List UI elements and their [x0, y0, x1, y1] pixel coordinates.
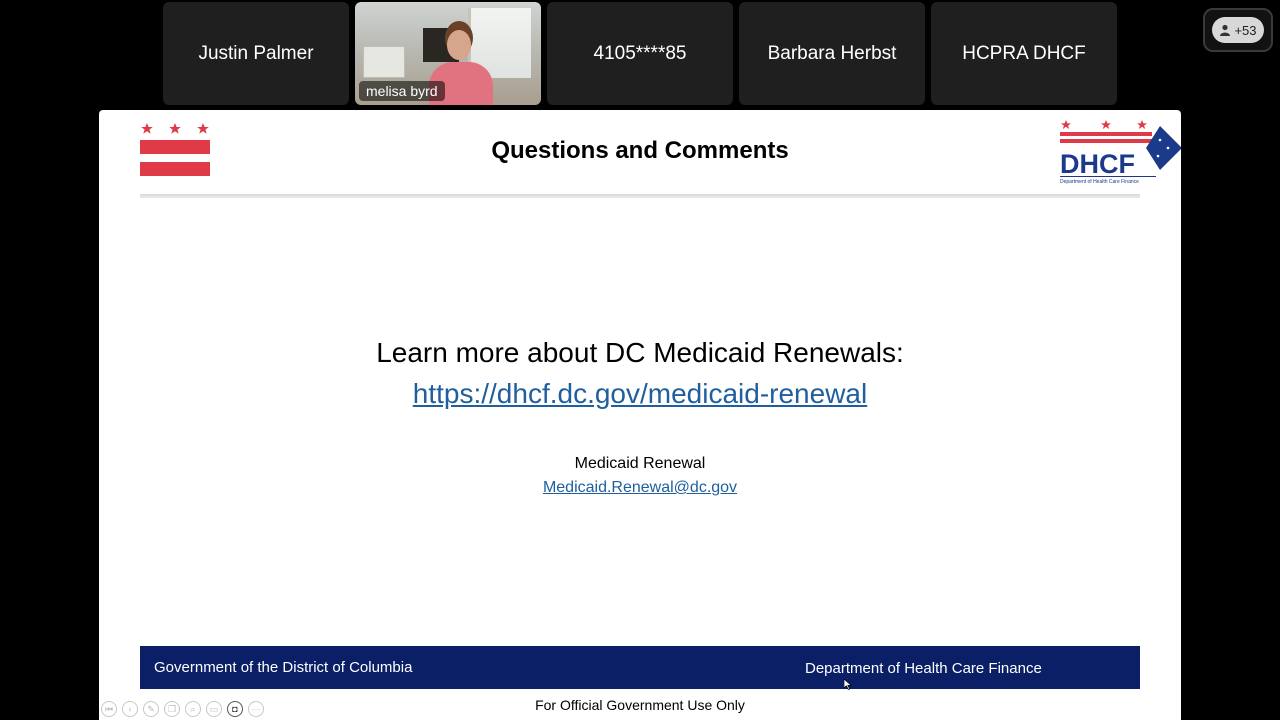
participant-tile-justin-palmer[interactable]: Justin Palmer	[163, 2, 349, 105]
participant-tile-barbara-herbst[interactable]: Barbara Herbst	[739, 2, 925, 105]
more-participants-button[interactable]: +53	[1203, 8, 1273, 52]
video-shelf-bg	[363, 46, 405, 78]
prev-icon[interactable]: ‹	[122, 701, 138, 717]
shared-slide: Questions and Comments DHCF Department o…	[99, 110, 1181, 720]
participant-tile-melisa-byrd[interactable]: melisa byrd	[355, 2, 541, 105]
copy-icon[interactable]: ❐	[164, 701, 180, 717]
zoom-icon[interactable]: ⌕	[185, 701, 201, 717]
slide-control-toolbar: ⏮ ‹ ✎ ❐ ⌕ ▭ ◘ ⋯	[101, 701, 264, 717]
more-icon[interactable]: ⋯	[248, 701, 264, 717]
mouse-cursor-icon	[844, 679, 852, 690]
footer-left-text: Government of the District of Columbia	[154, 659, 413, 676]
contact-email-link[interactable]: Medicaid.Renewal@dc.gov	[99, 479, 1181, 497]
contact-label: Medicaid Renewal	[574, 455, 706, 472]
first-page-icon[interactable]: ⏮	[101, 701, 117, 717]
slide-footer-band: Government of the District of Columbia D…	[140, 646, 1140, 689]
person-icon	[1220, 24, 1231, 36]
logo-text: DHCF	[1060, 149, 1135, 179]
logo-subtext: Department of Health Care Finance	[1060, 179, 1139, 185]
participant-name: 4105****85	[593, 42, 687, 64]
meeting-window: Justin Palmer melisa byrd 4105****85 Bar…	[0, 0, 1280, 720]
dhcf-logo-icon: DHCF Department of Health Care Finance	[1060, 120, 1181, 185]
more-participants-pill: +53	[1212, 17, 1264, 43]
slide-title: Questions and Comments	[491, 137, 789, 164]
participant-name: Justin Palmer	[198, 42, 314, 64]
pen-icon[interactable]: ✎	[143, 701, 159, 717]
more-participants-count: +53	[1234, 22, 1257, 38]
participant-tile-phone[interactable]: 4105****85	[547, 2, 733, 105]
title-divider	[140, 194, 1140, 198]
participant-name: Barbara Herbst	[767, 42, 897, 64]
participant-tile-hcpra-dhcf[interactable]: HCPRA DHCF	[931, 2, 1117, 105]
screen-icon[interactable]: ▭	[206, 701, 222, 717]
video-person-head	[447, 30, 471, 60]
camera-icon[interactable]: ◘	[227, 701, 243, 717]
learn-more-text: Learn more about DC Medicaid Renewals:	[376, 337, 904, 368]
medicaid-renewal-link[interactable]: https://dhcf.dc.gov/medicaid-renewal	[99, 378, 1181, 410]
participant-name: HCPRA DHCF	[962, 42, 1086, 64]
participant-name-tag: melisa byrd	[359, 81, 445, 101]
footer-right-text: Department of Health Care Finance	[805, 660, 1042, 677]
